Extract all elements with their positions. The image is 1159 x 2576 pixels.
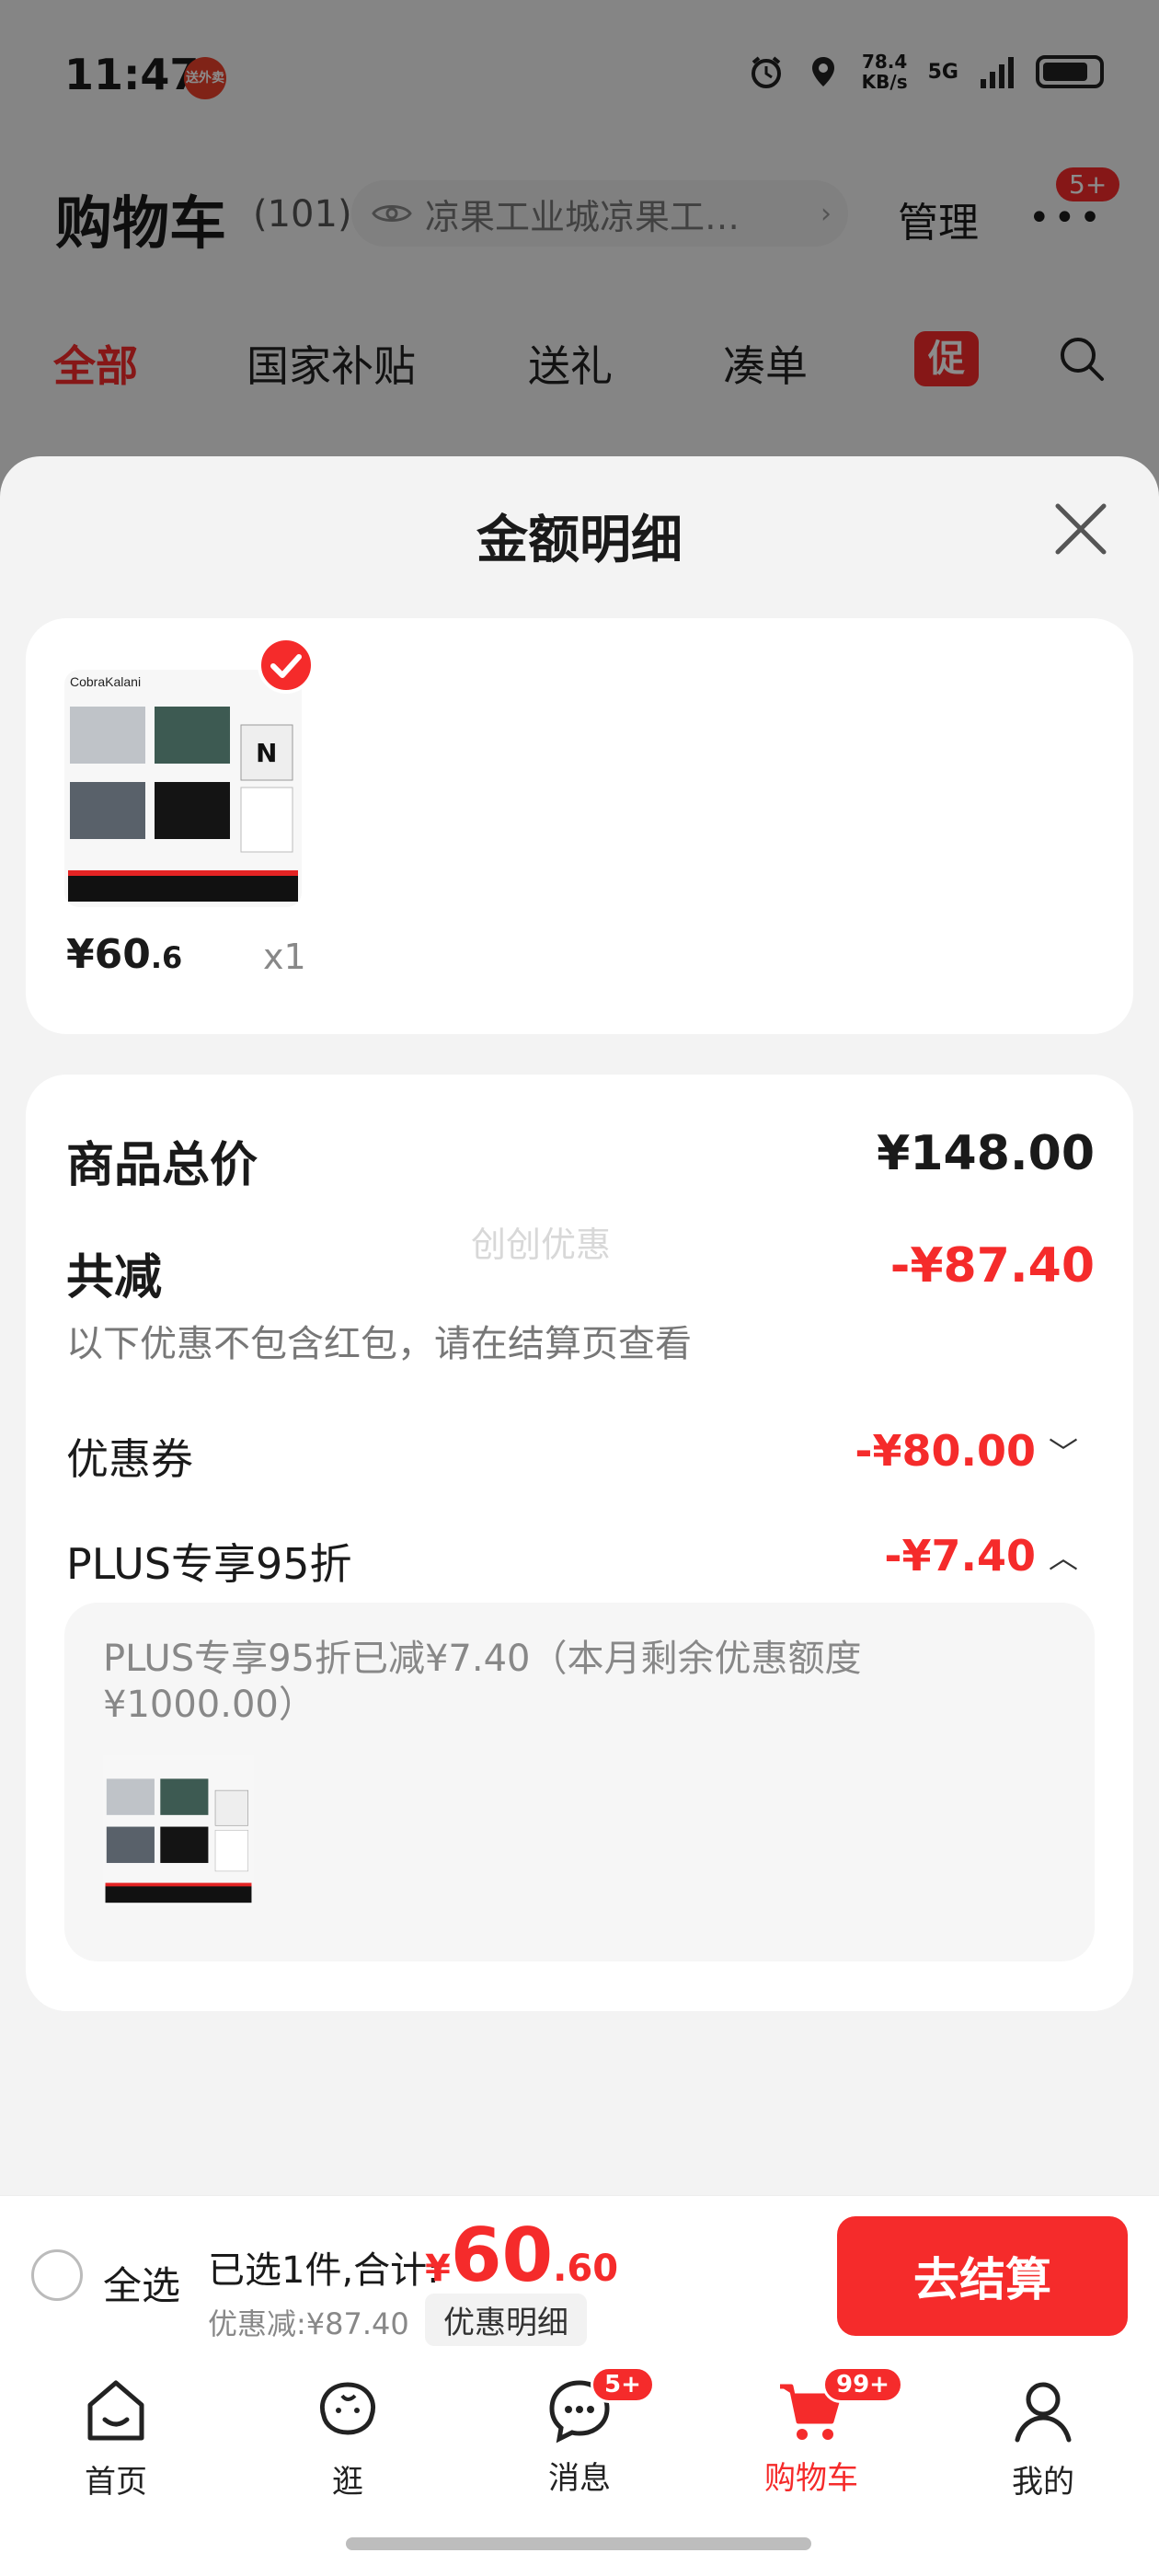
- product-image[interactable]: CobraKalani N: [64, 670, 302, 907]
- checkout-bar: 全选 已选1件,合计: ¥60.60 优惠减:¥87.40 优惠明细 去结算: [0, 2195, 1159, 2360]
- total-value: ¥148.00: [877, 1126, 1095, 1181]
- browse-icon: [320, 2382, 375, 2435]
- plus-product-image-art: [103, 1755, 254, 1906]
- reduction-value: -¥87.40: [889, 1238, 1095, 1294]
- select-all-label[interactable]: 全选: [103, 2255, 180, 2311]
- price-breakdown-card: 商品总价 ¥148.00 创创优惠 共减 -¥87.40 以下优惠不包含红包，请…: [26, 1075, 1133, 2011]
- plus-detail-text: PLUS专享95折已减¥7.40（本月剩余优惠额度¥1000.00）: [103, 1638, 862, 1726]
- message-badge: 5+: [591, 2366, 655, 2403]
- selected-summary: 已选1件,合计:: [208, 2249, 440, 2292]
- plus-discount-value: -¥7.40: [884, 1531, 1036, 1581]
- coupon-value: -¥80.00: [855, 1426, 1036, 1476]
- chevron-up-icon: ︿: [1048, 1540, 1078, 1575]
- plus-row-value[interactable]: -¥7.40 ︿: [884, 1531, 1078, 1581]
- reduction-label: 共减: [66, 1250, 163, 1305]
- coupon-label[interactable]: 优惠券: [66, 1426, 193, 1487]
- total-amount: ¥60.60: [425, 2213, 619, 2298]
- plus-discount-label[interactable]: PLUS专享95折: [66, 1531, 351, 1592]
- checkout-button[interactable]: 去结算: [837, 2216, 1128, 2336]
- cart-badge: 99+: [822, 2366, 903, 2403]
- selected-check-icon[interactable]: [258, 637, 315, 694]
- home-indicator[interactable]: [346, 2537, 811, 2550]
- sheet-title: 金额明细: [476, 511, 683, 570]
- tab-profile[interactable]: 我的: [970, 2374, 1117, 2501]
- select-all-radio[interactable]: [31, 2249, 83, 2301]
- tab-messages[interactable]: 5+ 消息: [506, 2366, 655, 2498]
- product-image-art: CobraKalani N: [64, 670, 302, 907]
- amount-detail-sheet: 金额明细 CobraKalani N ¥60.6 x1 商品总价 ¥148.00: [0, 456, 1159, 2195]
- watermark: 创创优惠: [471, 1225, 612, 1265]
- tab-browse[interactable]: 逛: [274, 2374, 421, 2501]
- tab-home[interactable]: 首页: [42, 2374, 189, 2501]
- plus-product-thumb: [103, 1755, 254, 1906]
- plus-detail-panel: PLUS专享95折已减¥7.40（本月剩余优惠额度¥1000.00）: [64, 1603, 1095, 1961]
- profile-icon: [1015, 2382, 1072, 2443]
- close-icon[interactable]: [1050, 499, 1111, 559]
- discount-detail-button[interactable]: 优惠明细: [425, 2294, 587, 2346]
- product-qty: x1: [263, 937, 306, 977]
- tab-cart[interactable]: 99+ 购物车: [738, 2366, 903, 2498]
- product-price: ¥60.6: [66, 931, 183, 978]
- product-card: CobraKalani N ¥60.6 x1: [26, 618, 1133, 1034]
- discount-summary: 优惠减:¥87.40: [208, 2306, 409, 2341]
- reduction-note: 以下优惠不包含红包，请在结算页查看: [66, 1323, 692, 1365]
- chevron-down-icon: ﹀: [1048, 1435, 1078, 1470]
- home-icon: [87, 2380, 144, 2441]
- brand-logo: CobraKalani: [70, 674, 141, 689]
- coupon-row-value[interactable]: -¥80.00 ﹀: [855, 1426, 1078, 1476]
- total-label: 商品总价: [66, 1138, 258, 1193]
- svg-text:N: N: [256, 738, 277, 768]
